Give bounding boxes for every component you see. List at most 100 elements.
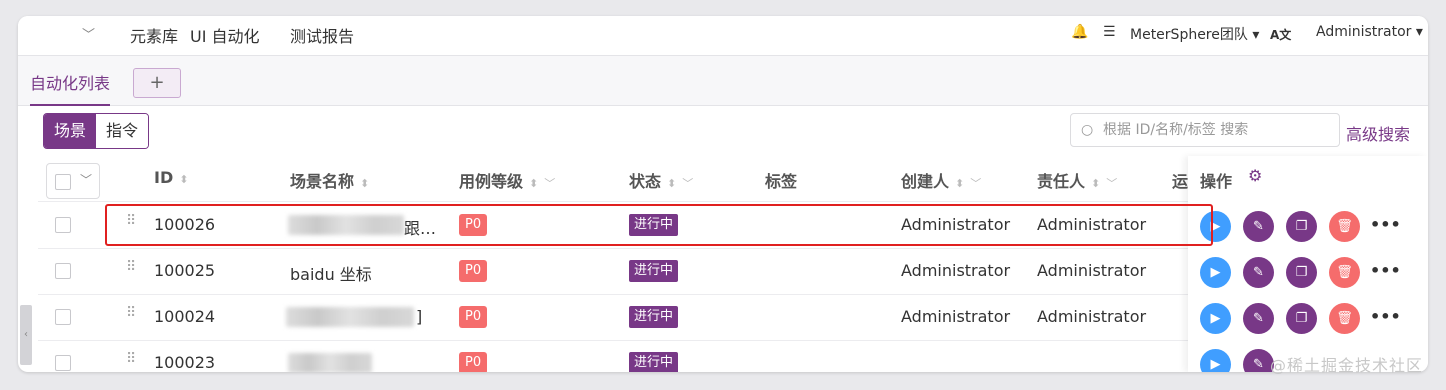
chevron-down-icon: ﹀ xyxy=(80,173,93,187)
bell-icon[interactable]: 🔔 xyxy=(1071,24,1088,40)
redacted-name xyxy=(286,307,414,327)
row-id: 100024 xyxy=(154,307,216,326)
status-badge: 进行中 xyxy=(629,214,679,236)
column-status-label: 状态 xyxy=(629,172,662,191)
drag-handle-icon[interactable]: ⠿ xyxy=(126,351,136,367)
level-badge: P0 xyxy=(459,306,488,328)
sort-icon[interactable]: ⬍ xyxy=(360,177,369,190)
row-owner: Administrator xyxy=(1037,307,1147,326)
copy-button[interactable]: ❐ xyxy=(1286,257,1317,288)
sort-icon[interactable]: ⬍ xyxy=(179,173,188,186)
status-badge: 进行中 xyxy=(629,306,679,328)
column-creator[interactable]: 创建人 ⬍ ﹀ xyxy=(901,168,981,192)
row-name[interactable]: ] xyxy=(416,307,422,326)
delete-button[interactable]: 🗑 xyxy=(1329,303,1360,334)
redacted-name xyxy=(288,353,372,372)
row-owner: Administrator xyxy=(1037,215,1147,234)
checkbox-box xyxy=(55,174,71,190)
column-owner[interactable]: 责任人 ⬍ ﹀ xyxy=(1037,168,1117,192)
drag-handle-icon[interactable]: ⠿ xyxy=(126,213,136,229)
run-button[interactable]: ▶ xyxy=(1200,211,1231,242)
actions-column: 操作 ⚙ ▶ ✎ ❐ 🗑 ••• ▶ ✎ ❐ 🗑 ••• ▶ ✎ ❐ 🗑 •••… xyxy=(1188,156,1428,372)
column-status[interactable]: 状态 ⬍ ﹀ xyxy=(629,168,693,192)
tab-ui-automation[interactable]: UI 自动化 xyxy=(190,23,260,58)
watermark: @稀土掘金技术社区 xyxy=(1270,356,1424,375)
user-menu[interactable]: Administrator ▾ xyxy=(1316,24,1423,40)
sort-icon[interactable]: ⬍ xyxy=(1091,177,1100,190)
column-creator-label: 创建人 xyxy=(901,172,950,191)
column-level[interactable]: 用例等级 ⬍ ﹀ xyxy=(459,168,555,192)
delete-button[interactable]: 🗑 xyxy=(1329,211,1360,242)
search-placeholder: 根据 ID/名称/标签 搜索 xyxy=(1103,122,1249,138)
level-badge: P0 xyxy=(459,214,488,236)
edit-button[interactable]: ✎ xyxy=(1243,303,1274,334)
sidebar-collapse-handle[interactable]: ‹ xyxy=(20,305,32,365)
column-name[interactable]: 场景名称 ⬍ xyxy=(290,168,369,192)
filter-icon[interactable]: ﹀ xyxy=(970,177,981,190)
run-button[interactable]: ▶ xyxy=(1200,349,1231,372)
column-run: 运 xyxy=(1172,172,1189,191)
user-name: Administrator xyxy=(1316,24,1412,40)
add-tab-button[interactable]: + xyxy=(133,68,181,98)
team-selector[interactable]: MeterSphere团队 ▾ xyxy=(1130,24,1259,44)
row-checkbox[interactable] xyxy=(55,355,71,371)
column-tags: 标签 xyxy=(765,172,798,191)
drag-handle-icon[interactable]: ⠿ xyxy=(126,259,136,275)
copy-button[interactable]: ❐ xyxy=(1286,303,1317,334)
status-badge: 进行中 xyxy=(629,352,679,372)
row-checkbox[interactable] xyxy=(55,309,71,325)
segment-scene[interactable]: 场景 xyxy=(44,114,97,148)
sub-tab-bar: 自动化列表 + xyxy=(18,56,1428,106)
column-id-label: ID xyxy=(154,168,174,187)
app-window: ﹀ 元素库 UI 自动化 测试报告 🔔 ☰ MeterSphere团队 ▾ A文… xyxy=(18,16,1428,372)
filter-icon[interactable]: ﹀ xyxy=(1106,177,1117,190)
run-button[interactable]: ▶ xyxy=(1200,303,1231,334)
row-name[interactable]: 跟… xyxy=(404,215,436,239)
select-all-checkbox[interactable]: ﹀ xyxy=(46,163,100,199)
top-navigation: ﹀ 元素库 UI 自动化 测试报告 🔔 ☰ MeterSphere团队 ▾ A文… xyxy=(18,16,1428,58)
redacted-name xyxy=(288,215,404,235)
filter-icon[interactable]: ﹀ xyxy=(544,177,555,190)
gear-icon[interactable]: ⚙ xyxy=(1248,166,1262,185)
status-badge: 进行中 xyxy=(629,260,679,282)
level-badge: P0 xyxy=(459,352,488,372)
edit-button[interactable]: ✎ xyxy=(1243,211,1274,242)
row-id: 100023 xyxy=(154,353,216,372)
sort-icon[interactable]: ⬍ xyxy=(955,177,964,190)
tab-element-library[interactable]: 元素库 xyxy=(130,23,178,47)
row-owner: Administrator xyxy=(1037,261,1147,280)
column-level-label: 用例等级 xyxy=(459,172,524,191)
task-list-icon[interactable]: ☰ xyxy=(1103,24,1116,40)
filter-icon[interactable]: ﹀ xyxy=(682,177,693,190)
row-creator: Administrator xyxy=(901,261,1011,280)
tab-test-report[interactable]: 测试报告 xyxy=(290,23,354,47)
row-id: 100025 xyxy=(154,261,216,280)
delete-button[interactable]: 🗑 xyxy=(1329,257,1360,288)
copy-button[interactable]: ❐ xyxy=(1286,211,1317,242)
language-icon[interactable]: A文 xyxy=(1270,26,1291,43)
segment-command[interactable]: 指令 xyxy=(96,114,149,148)
column-name-label: 场景名称 xyxy=(290,172,355,191)
sort-icon[interactable]: ⬍ xyxy=(667,177,676,190)
view-segmented-control: 场景 指令 xyxy=(43,113,150,149)
tab-automation-list[interactable]: 自动化列表 xyxy=(30,70,111,106)
search-icon: ○ xyxy=(1081,122,1094,138)
column-id[interactable]: ID ⬍ xyxy=(154,168,188,187)
more-icon[interactable]: ••• xyxy=(1370,257,1401,285)
drag-handle-icon[interactable]: ⠿ xyxy=(126,305,136,321)
run-button[interactable]: ▶ xyxy=(1200,257,1231,288)
row-name[interactable]: baidu 坐标 xyxy=(290,261,372,285)
row-checkbox[interactable] xyxy=(55,263,71,279)
column-owner-label: 责任人 xyxy=(1037,172,1086,191)
more-icon[interactable]: ••• xyxy=(1370,303,1401,331)
edit-button[interactable]: ✎ xyxy=(1243,257,1274,288)
row-checkbox[interactable] xyxy=(55,217,71,233)
sort-icon[interactable]: ⬍ xyxy=(529,177,538,190)
team-name: MeterSphere团队 xyxy=(1130,27,1248,43)
more-icon[interactable]: ••• xyxy=(1370,211,1401,239)
row-creator: Administrator xyxy=(901,215,1011,234)
advanced-search-link[interactable]: 高级搜索 xyxy=(1346,121,1410,145)
row-creator: Administrator xyxy=(901,307,1011,326)
chevron-down-icon[interactable]: ﹀ xyxy=(82,24,95,43)
search-input[interactable]: ○ 根据 ID/名称/标签 搜索 xyxy=(1070,113,1340,147)
